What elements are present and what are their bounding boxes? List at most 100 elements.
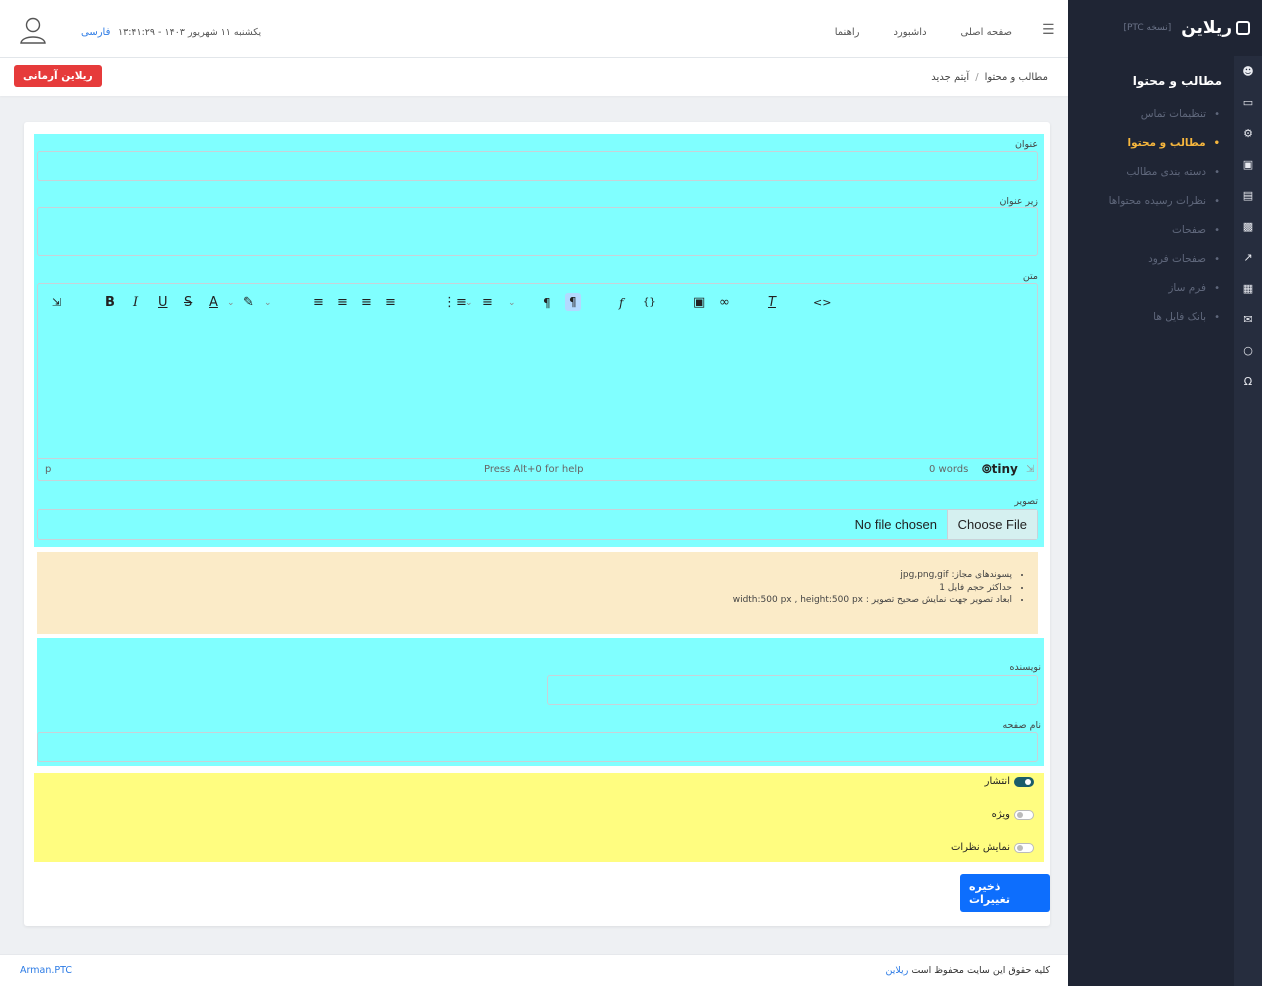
nav-dashboard[interactable]: داشبورد bbox=[893, 27, 926, 38]
sidebar-item-landing-pages[interactable]: صفحات فرود bbox=[1068, 245, 1234, 274]
show-comments-toggle-row[interactable]: نمایش نظرات bbox=[951, 842, 1034, 853]
save-button[interactable]: ذخیره تغییرات bbox=[960, 874, 1050, 912]
image-file-input[interactable]: Choose File No file chosen bbox=[37, 509, 1038, 540]
page-name-input[interactable] bbox=[37, 732, 1038, 762]
featured-toggle[interactable] bbox=[1014, 809, 1034, 820]
footer-brand-link[interactable]: ریلاین bbox=[886, 965, 909, 976]
element-path[interactable]: p bbox=[45, 464, 51, 475]
sidebar-item-content[interactable]: مطالب و محتوا bbox=[1068, 129, 1234, 158]
featured-toggle-row[interactable]: ویژه bbox=[992, 809, 1034, 820]
chevron-down-icon[interactable]: ⌄ bbox=[508, 296, 516, 310]
page-name-label: نام صفحه bbox=[1002, 720, 1041, 731]
subtitle-textarea[interactable] bbox=[37, 207, 1038, 256]
body-label: متن bbox=[1022, 271, 1038, 282]
language-switch[interactable]: فارسی bbox=[81, 27, 110, 38]
bullet-list-icon[interactable]: ⋮≡ bbox=[443, 296, 467, 310]
document-icon[interactable]: ▦ bbox=[1234, 273, 1262, 304]
publish-toggle-row[interactable]: انتشار bbox=[985, 776, 1034, 787]
headset-icon[interactable]: Ω bbox=[1234, 366, 1262, 397]
hint-extensions: پسوندهای مجاز: jpg,png,gif bbox=[733, 569, 1012, 582]
title-label: عنوان bbox=[1014, 139, 1038, 150]
chevron-down-icon[interactable]: ⌄ bbox=[264, 296, 272, 310]
editor-content-area[interactable] bbox=[38, 322, 1037, 459]
numbered-list-icon[interactable]: ≡ bbox=[482, 296, 493, 310]
align-justify-icon[interactable]: ≡ bbox=[385, 296, 396, 310]
chevron-down-icon[interactable]: ⌄ bbox=[227, 296, 235, 310]
choose-file-button[interactable]: Choose File bbox=[946, 510, 1037, 539]
clear-formatting-icon[interactable]: T bbox=[768, 296, 776, 310]
breadcrumb-current: آیتم جدید bbox=[931, 72, 970, 83]
logo-label: ریلاین bbox=[1181, 18, 1232, 38]
align-center-icon[interactable]: ≡ bbox=[337, 296, 348, 310]
datetime: یکشنبه ۱۱ شهریور ۱۴۰۳ - ۱۳:۴۱:۲۹ bbox=[118, 27, 262, 38]
highlight-color-icon[interactable]: ✎ bbox=[243, 296, 254, 310]
nav-home[interactable]: صفحه اصلی bbox=[961, 27, 1012, 38]
sidebar: ریلاین [نسخه PTC] ☻ ▭ ⚙ ▣ ▤ ▩ ↗ ▦ ✉ ○ Ω … bbox=[1068, 0, 1262, 986]
align-right-icon[interactable]: ≡ bbox=[361, 296, 372, 310]
form-card: عنوان زیر عنوان متن ⇲ B I U S A ⌄ ✎ ⌄ ≡ … bbox=[24, 122, 1050, 926]
monitor-icon[interactable]: ▭ bbox=[1234, 87, 1262, 118]
footer: Arman.PTC کلیه حقوق این سایت محفوظ است ر… bbox=[0, 954, 1068, 986]
resize-handle-icon[interactable]: ⇲ bbox=[1026, 464, 1034, 475]
image-icon[interactable]: ▩ bbox=[1234, 211, 1262, 242]
basket-icon[interactable]: ▣ bbox=[1234, 149, 1262, 180]
word-count[interactable]: 0 words bbox=[929, 464, 968, 475]
sidebar-item-form-builder[interactable]: فرم ساز bbox=[1068, 274, 1234, 303]
chevron-down-icon[interactable]: ⌄ bbox=[465, 296, 473, 310]
sidebar-item-comments[interactable]: نظرات رسیده محتواها bbox=[1068, 187, 1234, 216]
tiny-logo-icon[interactable]: ⦾tiny bbox=[982, 462, 1018, 477]
sidebar-menu: مطالب و محتوا تنظیمات تماس مطالب و محتوا… bbox=[1068, 56, 1234, 332]
user-avatar-icon[interactable] bbox=[18, 15, 48, 45]
rtl-direction-icon[interactable]: ¶ bbox=[565, 293, 581, 311]
sidebar-item-pages[interactable]: صفحات bbox=[1068, 216, 1234, 245]
italic-icon[interactable]: I bbox=[133, 296, 138, 310]
footer-credit[interactable]: Arman.PTC bbox=[20, 965, 72, 976]
title-input[interactable] bbox=[37, 151, 1038, 181]
chart-icon[interactable]: ↗ bbox=[1234, 242, 1262, 273]
hint-max-size: حداکثر حجم فایل 1 bbox=[733, 582, 1012, 595]
breadcrumb-separator: / bbox=[975, 72, 979, 83]
mail-icon[interactable]: ✉ bbox=[1234, 304, 1262, 335]
users-icon[interactable]: ☻ bbox=[1234, 56, 1262, 87]
toggles-section: انتشار ویژه نمایش نظرات bbox=[34, 773, 1044, 862]
tiny-brand: tiny bbox=[991, 462, 1018, 476]
link-icon[interactable]: ∞ bbox=[719, 296, 730, 310]
main-fields-section: عنوان زیر عنوان متن ⇲ B I U S A ⌄ ✎ ⌄ ≡ … bbox=[34, 134, 1044, 547]
source-code-icon[interactable]: <> bbox=[813, 296, 831, 310]
rich-text-editor: ⇲ B I U S A ⌄ ✎ ⌄ ≡ ≡ ≡ ≡ ⋮≡ ⌄ ≡ ⌄ ¶ ¶ f bbox=[37, 283, 1038, 481]
meta-fields-section: نویسنده نام صفحه bbox=[37, 638, 1044, 766]
code-sample-icon[interactable]: {} bbox=[643, 296, 656, 310]
logo-mark-icon bbox=[1236, 21, 1250, 35]
ltr-direction-icon[interactable]: ¶ bbox=[543, 296, 551, 310]
newspaper-icon[interactable]: ▤ bbox=[1234, 180, 1262, 211]
image-insert-icon[interactable]: ▣ bbox=[693, 296, 705, 310]
text-color-icon[interactable]: A bbox=[209, 296, 218, 310]
image-hints-alert: پسوندهای مجاز: jpg,png,gif حداکثر حجم فا… bbox=[37, 552, 1038, 634]
footer-copyright: کلیه حقوق این سایت محفوظ است ریلاین bbox=[886, 965, 1051, 976]
author-input[interactable] bbox=[547, 675, 1038, 705]
sidebar-item-contact-settings[interactable]: تنظیمات تماس bbox=[1068, 100, 1234, 129]
underline-icon[interactable]: U bbox=[158, 296, 168, 310]
gear-icon[interactable]: ⚙ bbox=[1234, 118, 1262, 149]
logo[interactable]: ریلاین [نسخه PTC] bbox=[1068, 0, 1262, 56]
align-left-icon[interactable]: ≡ bbox=[313, 296, 324, 310]
show-comments-toggle[interactable] bbox=[1014, 842, 1034, 853]
fullscreen-icon[interactable]: ⇲ bbox=[52, 296, 61, 310]
topbar: ☰ صفحه اصلی داشبورد راهنما فارسی یکشنبه … bbox=[0, 0, 1068, 58]
sidebar-item-file-bank[interactable]: بانک فایل ها bbox=[1068, 303, 1234, 332]
nav-help[interactable]: راهنما bbox=[835, 27, 860, 38]
sub-header: مطالب و محتوا / آیتم جدید ریلاین آرمانی bbox=[0, 58, 1068, 96]
top-nav: صفحه اصلی داشبورد راهنما bbox=[800, 27, 1012, 38]
bold-icon[interactable]: B bbox=[105, 296, 115, 310]
formula-icon[interactable]: f bbox=[619, 296, 623, 310]
editor-statusbar: p Press Alt+0 for help 0 words ⦾tiny ⇲ bbox=[38, 458, 1037, 480]
publish-toggle[interactable] bbox=[1014, 776, 1034, 787]
brand-button[interactable]: ریلاین آرمانی bbox=[14, 65, 102, 87]
author-label: نویسنده bbox=[1009, 662, 1041, 673]
logo-subtitle: [نسخه PTC] bbox=[1123, 23, 1172, 33]
chat-icon[interactable]: ○ bbox=[1234, 335, 1262, 366]
sidebar-item-categories[interactable]: دسته بندی مطالب bbox=[1068, 158, 1234, 187]
breadcrumb-parent[interactable]: مطالب و محتوا bbox=[985, 72, 1048, 83]
strikethrough-icon[interactable]: S bbox=[184, 296, 192, 310]
hamburger-menu-icon[interactable]: ☰ bbox=[1042, 22, 1055, 38]
